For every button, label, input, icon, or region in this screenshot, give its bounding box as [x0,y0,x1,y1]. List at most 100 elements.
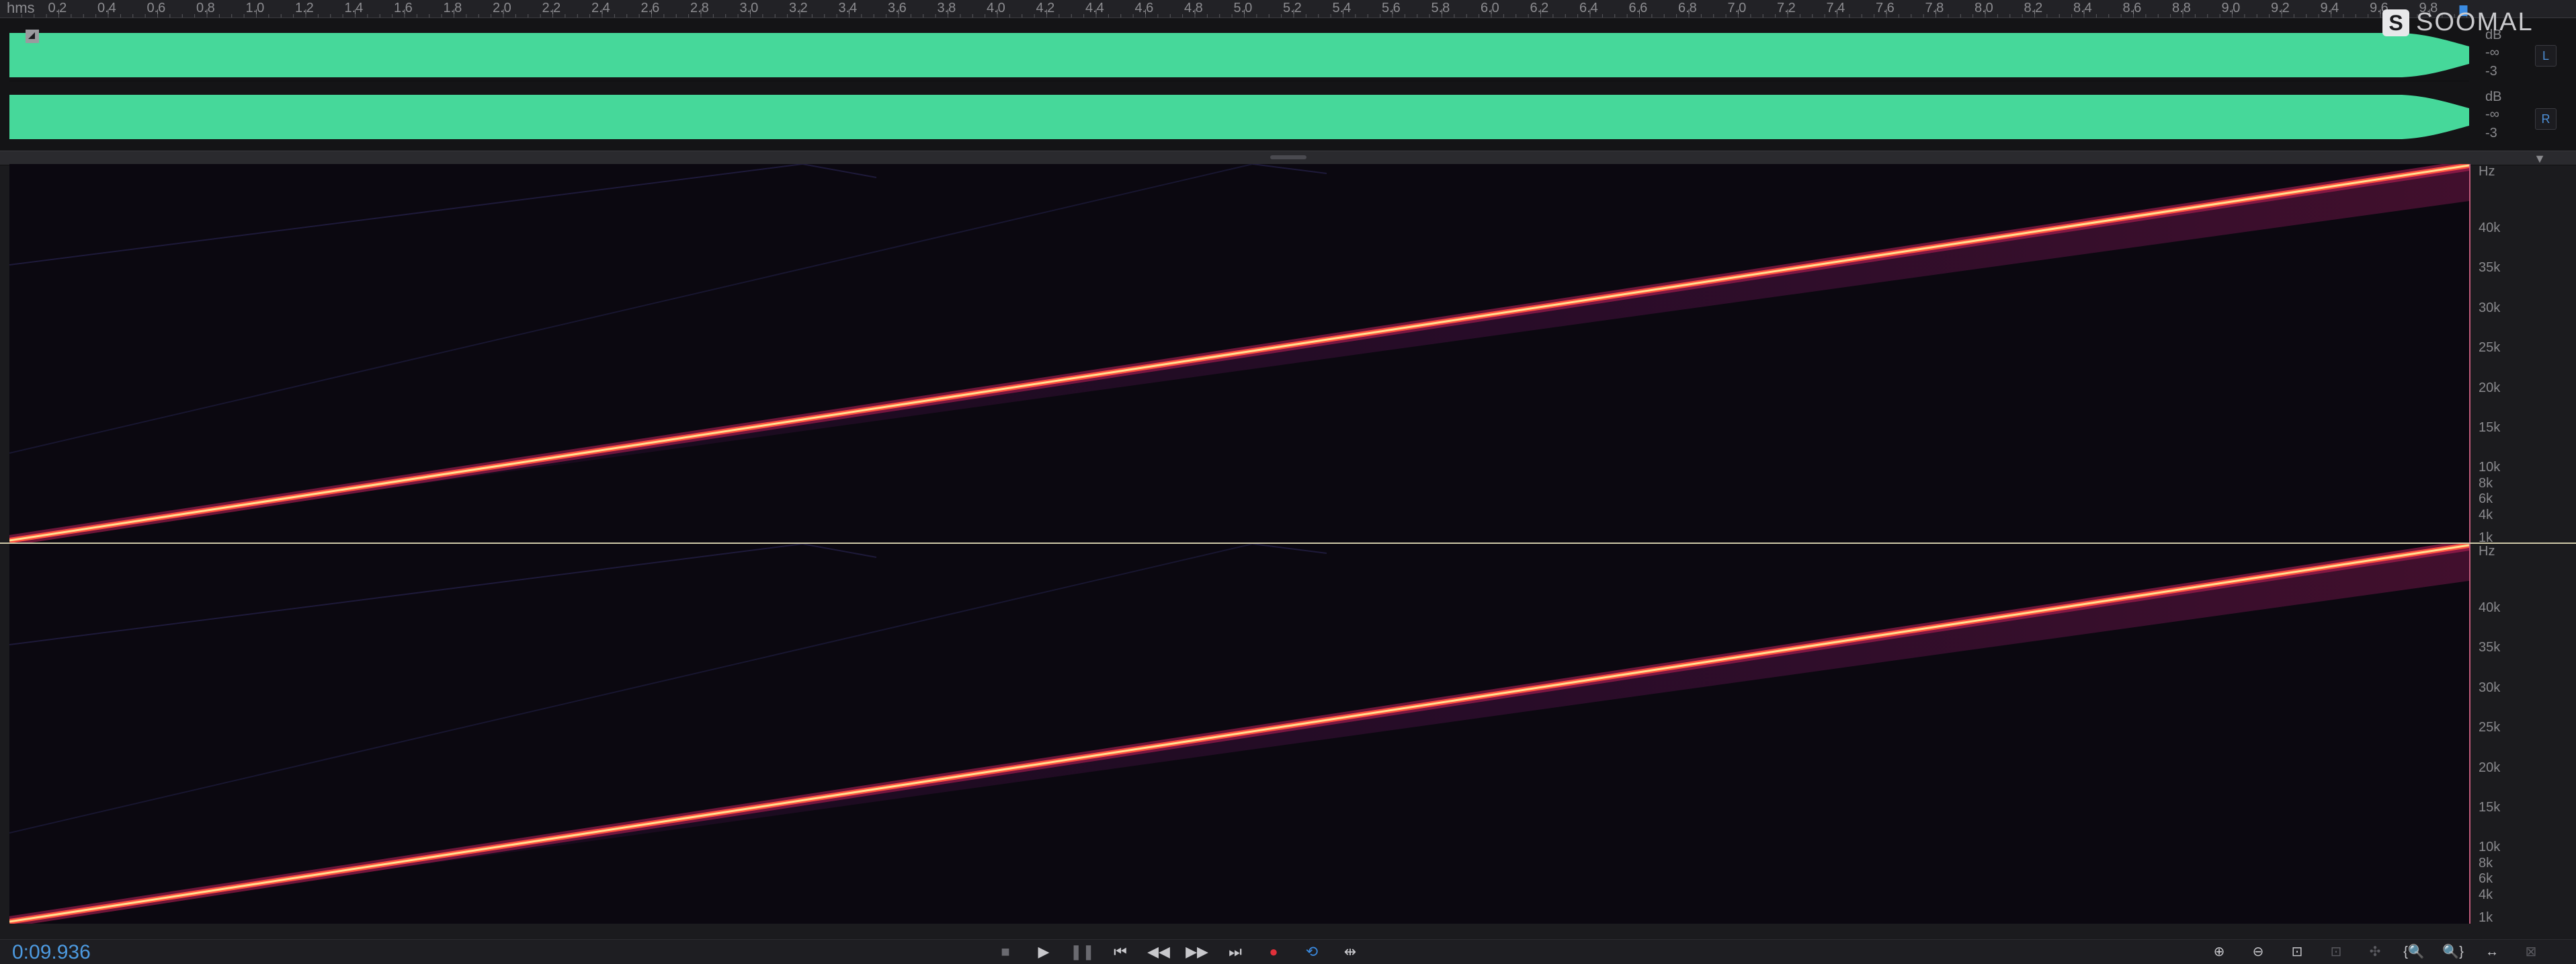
waveform-channel-left[interactable] [9,29,2469,82]
ruler-label: 6.6 [1629,1,1648,15]
ruler-label: 3.0 [740,1,759,15]
ruler-label: 2.4 [591,1,610,15]
ruler-label: 8.2 [2024,1,2043,15]
ruler-label: 7.8 [1925,1,1944,15]
zoom-to-selection-button[interactable]: ⊡ [2284,942,2311,962]
zoom-out-amplitude-button[interactable]: ⊖ [2245,942,2272,962]
freq-tick-label: 40k [2479,600,2501,615]
ruler-label: 1.2 [295,1,314,15]
ruler-label: 7.6 [1876,1,1895,15]
fast-forward-button[interactable]: ▶▶ [1185,942,1209,962]
waveform-panel[interactable]: dB -∞ -3 L dB -∞ -3 R [0,18,2576,151]
divider-grip-handle[interactable] [1270,155,1306,159]
stop-button[interactable]: ■ [993,942,1017,962]
freq-tick-label: 15k [2479,420,2501,435]
spectrogram-right-plot [9,544,2469,924]
play-button[interactable]: ▶ [1032,942,1056,962]
freq-tick-label: 20k [2479,380,2501,395]
ruler-label: 4.2 [1036,1,1055,15]
ruler-label: 0.8 [196,1,215,15]
frequency-scale-left: Hz 40k 35k 30k 25k 20k 15k 10k 8k 6k 4k … [2469,164,2576,545]
ruler-label: 8.0 [1975,1,1993,15]
freq-tick-label: 10k [2479,460,2501,475]
channel-right-button[interactable]: R [2535,108,2557,130]
ruler-label: 0.6 [147,1,166,15]
ruler-label: 2.0 [493,1,511,15]
time-ruler[interactable]: hms 0.2 0.4 0.6 0.8 1.0 1.2 1.4 1.6 1.8 2.0 2.2 2.4… [0,0,2576,18]
freq-tick-label: 25k [2479,340,2501,355]
freq-tick-label: 25k [2479,720,2501,735]
go-to-start-button[interactable]: ⏮ [1108,942,1132,962]
freq-tick-label: 4k [2479,887,2493,902]
hz-label: Hz [2479,544,2495,559]
freq-tick-label: 4k [2479,508,2493,522]
hz-label: Hz [2479,164,2495,179]
ruler-label: 3.4 [839,1,858,15]
ruler-label: 1.8 [444,1,462,15]
ruler-label: 6.0 [1481,1,1499,15]
ruler-label: 9.2 [2271,1,2290,15]
resize-corner-icon[interactable] [26,30,39,43]
pause-button[interactable]: ❚❚ [1070,942,1095,962]
ruler-label: 6.2 [1530,1,1549,15]
panel-divider[interactable]: ▼ [0,151,2576,165]
zoom-reset-button[interactable]: ⊠ [2518,942,2544,962]
ruler-label: 5.4 [1333,1,1352,15]
ruler-ticks: 0.2 0.4 0.6 0.8 1.0 1.2 1.4 1.6 1.8 2.0 2.2 2.4 2.6 2… [21,1,2468,17]
freq-tick-label: 20k [2479,760,2501,775]
frequency-scale-right: Hz 40k 35k 30k 25k 20k 15k 10k 8k 6k 4k … [2469,544,2576,925]
freq-tick-label: 6k [2479,871,2493,886]
zoom-playhead-button[interactable]: ✣ [2362,942,2388,962]
ruler-label: 8.4 [2073,1,2092,15]
freq-tick-label: 35k [2479,260,2501,275]
waveform-right-scale: dB -∞ -3 [2472,89,2576,146]
ruler-label: 2.2 [542,1,561,15]
zoom-in-left-button[interactable]: {🔍 [2401,942,2427,962]
zoom-in-amplitude-button[interactable]: ⊕ [2206,942,2233,962]
freq-tick-label: 15k [2479,800,2501,815]
freq-tick-label: 8k [2479,856,2493,871]
waveform-right [9,95,2469,139]
ruler-label: 0.4 [97,1,116,15]
waveform-channel-right[interactable] [9,91,2469,143]
ruler-label: 8.6 [2123,1,2142,15]
db-minus3-label: -3 [2485,126,2497,140]
spectrogram-channel-right[interactable] [9,544,2469,924]
go-to-end-button[interactable]: ⏭ [1223,942,1247,962]
db-inf-label: -∞ [2485,107,2499,122]
ruler-label: 8.8 [2172,1,2191,15]
ruler-label: 1.4 [345,1,364,15]
current-time-display[interactable]: 0:09.936 [12,941,91,964]
loop-button[interactable]: ⟲ [1300,942,1324,962]
skip-selection-button[interactable]: ⇹ [1338,942,1362,962]
logo-text: SOOMAL [2416,8,2534,36]
ruler-label: 1.0 [246,1,265,15]
ruler-label: 4.4 [1085,1,1104,15]
ruler-label: 5.2 [1283,1,1302,15]
spectrogram-channel-left[interactable] [9,164,2469,543]
ruler-label: 7.4 [1827,1,1845,15]
channel-left-button[interactable]: L [2535,45,2557,67]
zoom-in-right-button[interactable]: 🔍} [2440,942,2466,962]
ruler-label: 2.8 [690,1,709,15]
zoom-selection-disabled-button[interactable]: ⊡ [2323,942,2350,962]
rewind-button[interactable]: ◀◀ [1147,942,1171,962]
ruler-label: 5.8 [1431,1,1450,15]
freq-tick-label: 35k [2479,640,2501,655]
ruler-label: 2.6 [641,1,660,15]
ruler-label: 6.8 [1678,1,1697,15]
zoom-full-button[interactable]: ↔ [2479,942,2505,962]
db-inf-label: -∞ [2485,45,2499,60]
ruler-label: 4.6 [1135,1,1154,15]
freq-tick-label: 40k [2479,220,2501,235]
ruler-label: 1.6 [394,1,413,15]
waveform-left [9,33,2469,77]
logo-mark-icon: S [2382,9,2409,36]
ruler-label: 3.8 [938,1,956,15]
ruler-label: 4.8 [1184,1,1203,15]
ruler-label: 3.2 [789,1,808,15]
record-button[interactable]: ● [1261,942,1286,962]
ruler-label: 9.4 [2321,1,2339,15]
ruler-label: 9.0 [2222,1,2241,15]
soomal-logo: S SOOMAL [2382,8,2564,36]
